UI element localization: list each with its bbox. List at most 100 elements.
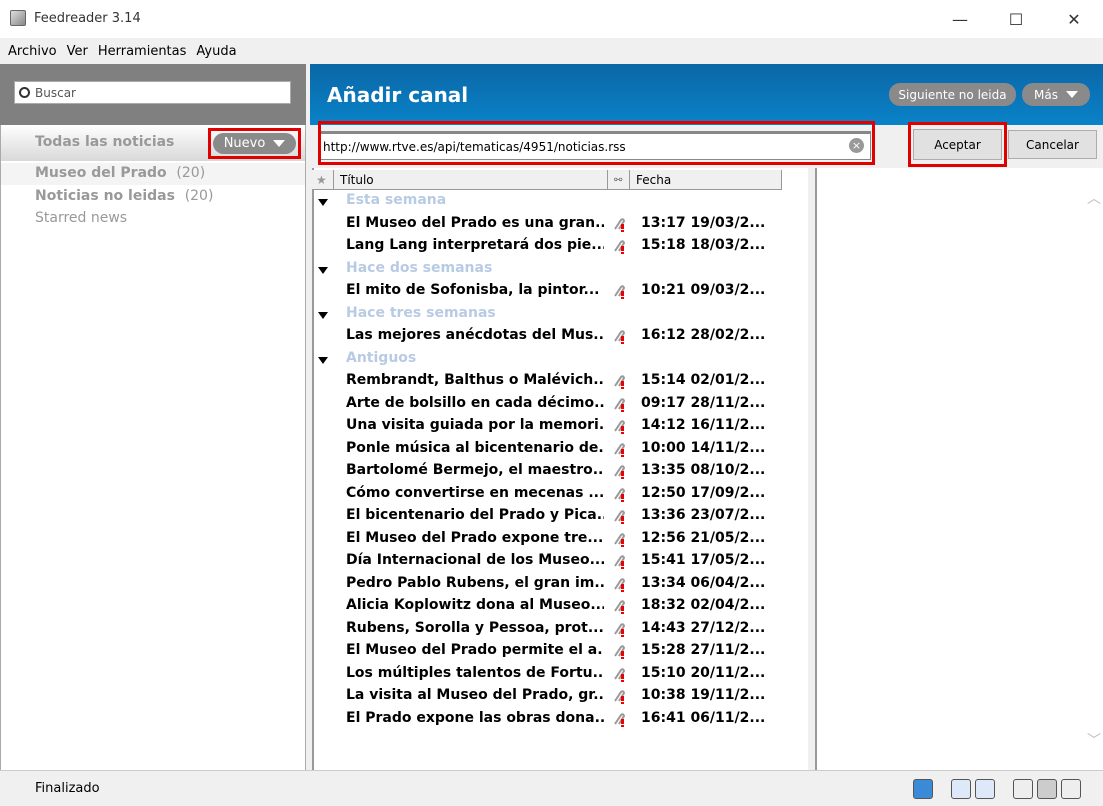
date-column-header[interactable]: Fecha bbox=[630, 170, 782, 190]
attachment-unread-icon bbox=[612, 419, 626, 435]
article-title: Arte de bolsillo en cada décimo... bbox=[346, 394, 604, 411]
attachment-unread-icon bbox=[612, 442, 626, 458]
title-column-header[interactable]: Título bbox=[334, 170, 608, 190]
article-title: Ponle música al bicentenario de... bbox=[346, 439, 604, 456]
article-title: Los múltiples talentos de Fortu... bbox=[346, 664, 604, 681]
sidebar-item-noticias-no-leidas[interactable]: Noticias no leidas (20) bbox=[35, 188, 213, 204]
attachment-column-header[interactable]: ⚯ bbox=[608, 170, 630, 190]
collapse-group-icon[interactable] bbox=[318, 356, 328, 364]
scroll-up-icon[interactable]: ︿ bbox=[1087, 188, 1101, 208]
article-date: 16:41 06/11/2... bbox=[641, 709, 766, 726]
article-date: 12:56 21/05/2... bbox=[641, 529, 766, 546]
table-row[interactable]: Día Internacional de los Museo... 15:41 1… bbox=[346, 552, 806, 574]
group-label[interactable]: Esta semana bbox=[346, 192, 446, 208]
more-button[interactable]: Más bbox=[1022, 83, 1090, 106]
attachment-unread-icon bbox=[612, 712, 626, 728]
attachment-unread-icon bbox=[612, 622, 626, 638]
menu-herramientas[interactable]: Herramientas bbox=[94, 44, 191, 59]
table-row[interactable]: Alicia Koplowitz dona al Museo... 18:32 0… bbox=[346, 597, 806, 619]
sidebar-item-museo-del-prado[interactable]: Museo del Prado (20) bbox=[35, 165, 205, 181]
article-title: Alicia Koplowitz dona al Museo... bbox=[346, 597, 604, 613]
table-row[interactable]: Los múltiples talentos de Fortu... 15:10 … bbox=[346, 665, 806, 687]
menu-ver[interactable]: Ver bbox=[63, 44, 92, 59]
article-title: Rembrandt, Balthus o Malévich... bbox=[346, 372, 604, 388]
all-news-label: Todas las noticias bbox=[35, 134, 175, 150]
font-decrease-icon[interactable] bbox=[951, 779, 971, 799]
new-button[interactable]: Nuevo bbox=[213, 133, 296, 154]
layout-columns-icon[interactable] bbox=[1037, 779, 1057, 799]
attachment-unread-icon bbox=[612, 464, 626, 480]
minimize-button[interactable]: — bbox=[937, 0, 983, 38]
attachment-icon: ⚯ bbox=[614, 174, 623, 186]
layout-vertical-icon[interactable] bbox=[1061, 779, 1081, 799]
table-row[interactable]: Ponle música al bicentenario de... 10:00 … bbox=[346, 440, 806, 462]
table-row[interactable]: Cómo convertirse en mecenas ... 12:50 17/… bbox=[346, 485, 806, 507]
folder-download-icon[interactable] bbox=[913, 779, 933, 799]
article-date: 13:34 06/04/2... bbox=[641, 574, 766, 591]
scroll-down-icon[interactable]: ﹀ bbox=[1087, 730, 1101, 750]
next-unread-button[interactable]: Siguiente no leida bbox=[889, 83, 1016, 106]
chevron-down-icon bbox=[273, 140, 286, 147]
highlight-box bbox=[908, 122, 1007, 167]
title-bar: Feedreader 3.14 — ☐ ✕ bbox=[0, 0, 1103, 38]
close-button[interactable]: ✕ bbox=[1051, 0, 1097, 38]
table-row[interactable]: Arte de bolsillo en cada décimo... 09:17 … bbox=[346, 395, 806, 417]
status-bar: Finalizado bbox=[0, 770, 1103, 806]
table-row[interactable]: El Museo del Prado permite el a... 15:28 … bbox=[346, 642, 806, 664]
collapse-group-icon[interactable] bbox=[318, 311, 328, 319]
table-row[interactable]: El Museo del Prado expone tre... 12:56 21… bbox=[346, 530, 806, 552]
article-date: 10:21 09/03/2... bbox=[641, 282, 766, 298]
table-row[interactable]: El bicentenario del Prado y Pica... 13:36… bbox=[346, 507, 806, 529]
article-date: 14:12 16/11/2... bbox=[641, 417, 766, 433]
attachment-unread-icon bbox=[612, 284, 626, 300]
attachment-unread-icon bbox=[612, 509, 626, 525]
new-button-label: Nuevo bbox=[223, 136, 266, 151]
menu-ayuda[interactable]: Ayuda bbox=[192, 44, 240, 59]
table-row[interactable]: Bartolomé Bermejo, el maestro... 13:35 08… bbox=[346, 462, 806, 484]
article-date: 13:35 08/10/2... bbox=[641, 462, 766, 478]
attachment-unread-icon bbox=[612, 577, 626, 593]
article-title: El mito de Sofonisba, la pintor... bbox=[346, 282, 600, 298]
status-text: Finalizado bbox=[35, 781, 100, 796]
article-date: 18:32 02/04/2... bbox=[641, 597, 766, 613]
article-title: La visita al Museo del Prado, gr... bbox=[346, 687, 604, 703]
table-row[interactable]: Pedro Pablo Rubens, el gran im... 13:34 0… bbox=[346, 575, 806, 597]
article-date: 10:00 14/11/2... bbox=[641, 439, 766, 456]
article-title: El Museo del Prado permite el a... bbox=[346, 642, 604, 658]
article-date: 12:50 17/09/2... bbox=[641, 484, 766, 501]
table-row[interactable]: El mito de Sofonisba, la pintor... 10:21 … bbox=[346, 282, 806, 304]
highlight-box bbox=[318, 121, 875, 165]
maximize-button[interactable]: ☐ bbox=[993, 0, 1039, 38]
table-row[interactable]: Rembrandt, Balthus o Malévich... 15:14 02… bbox=[346, 372, 806, 394]
article-date: 13:36 23/07/2... bbox=[641, 507, 766, 523]
table-row[interactable]: El Museo del Prado es una gran... 13:17 1… bbox=[346, 215, 806, 237]
sidebar-item-starred[interactable]: Starred news bbox=[35, 210, 127, 226]
attachment-unread-icon bbox=[612, 532, 626, 548]
collapse-group-icon[interactable] bbox=[318, 266, 328, 274]
table-row[interactable]: La visita al Museo del Prado, gr... 10:38… bbox=[346, 687, 806, 709]
table-row[interactable]: El Prado expone las obras dona... 16:41 0… bbox=[346, 710, 806, 732]
search-input[interactable]: Buscar bbox=[14, 81, 291, 104]
article-date: 15:10 20/11/2... bbox=[641, 664, 766, 681]
article-title: Día Internacional de los Museo... bbox=[346, 552, 604, 568]
table-row[interactable]: Las mejores anécdotas del Mus... 16:12 28… bbox=[346, 327, 806, 349]
table-row[interactable]: Una visita guiada por la memori... 14:12 … bbox=[346, 417, 806, 439]
layout-horizontal-icon[interactable] bbox=[1013, 779, 1033, 799]
article-date: 16:12 28/02/2... bbox=[641, 327, 766, 343]
article-title: El bicentenario del Prado y Pica... bbox=[346, 507, 604, 523]
attachment-unread-icon bbox=[612, 599, 626, 615]
attachment-unread-icon bbox=[612, 667, 626, 683]
attachment-unread-icon bbox=[612, 689, 626, 705]
article-date: 15:28 27/11/2... bbox=[641, 642, 766, 658]
star-column-header[interactable]: ★ bbox=[312, 170, 334, 190]
group-label[interactable]: Hace dos semanas bbox=[346, 260, 492, 276]
collapse-group-icon[interactable] bbox=[318, 199, 328, 206]
group-label[interactable]: Antiguos bbox=[346, 350, 416, 366]
group-label[interactable]: Hace tres semanas bbox=[346, 305, 496, 321]
article-title: Bartolomé Bermejo, el maestro... bbox=[346, 462, 604, 478]
menu-archivo[interactable]: Archivo bbox=[4, 44, 61, 59]
table-row[interactable]: Lang Lang interpretará dos pie... 15:18 1… bbox=[346, 237, 806, 259]
table-row[interactable]: Rubens, Sorolla y Pessoa, prot... 14:43 2… bbox=[346, 620, 806, 642]
font-increase-icon[interactable] bbox=[975, 779, 995, 799]
cancel-button[interactable]: Cancelar bbox=[1008, 130, 1097, 159]
